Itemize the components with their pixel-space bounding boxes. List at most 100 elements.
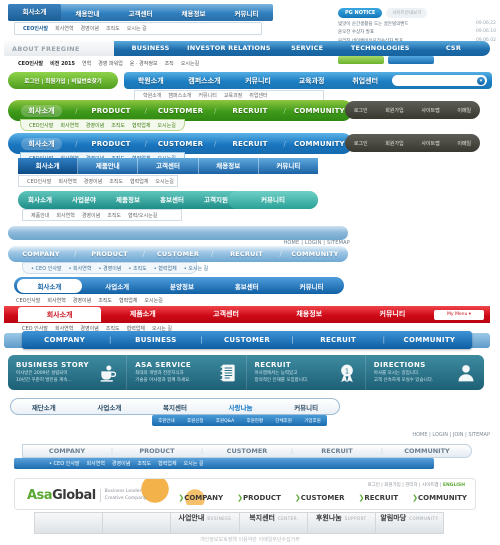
- sub-item-2-5[interactable]: 조직: [165, 60, 174, 67]
- nav-item-2-0[interactable]: BUSINESS: [114, 41, 187, 56]
- nav-bar-12[interactable]: COMPANY | BUSINESS | CUSTOMER | RECRUIT …: [22, 331, 472, 349]
- sub-item-3-4[interactable]: 취업센터: [249, 92, 267, 99]
- utility-item-sitemap[interactable]: 사이트맵: [421, 107, 439, 114]
- nav-item-16-3[interactable]: RECRUIT: [293, 447, 381, 455]
- sub-item-14-3[interactable]: 후원현황: [247, 418, 264, 424]
- sub-item-9-0[interactable]: • CEO 인사말: [31, 265, 62, 272]
- nav-item-12-1[interactable]: BUSINESS: [113, 331, 198, 349]
- tab-strip-item[interactable]: [103, 513, 172, 533]
- sub-item-9-3[interactable]: • 조직도: [128, 265, 146, 272]
- nav-item-2-1[interactable]: INVESTOR RELATIONS: [187, 41, 270, 56]
- nav-item-2-2[interactable]: SERVICE: [271, 41, 344, 56]
- nav-item-4-1[interactable]: PRODUCT: [77, 107, 144, 115]
- sub-item-14-5[interactable]: 기업후원: [304, 418, 321, 424]
- sub-item-2-6[interactable]: 오시는길: [181, 60, 199, 67]
- nav-item-7-1[interactable]: 사업분야: [62, 191, 106, 209]
- sub-item-4-1[interactable]: 회사연혁: [60, 122, 78, 129]
- chevron-down-icon[interactable]: ▾: [476, 76, 485, 85]
- sub-item-16-3[interactable]: 조직도: [137, 460, 151, 467]
- nav-item-5-2[interactable]: CUSTOMER: [147, 140, 214, 148]
- sub-item-7-2[interactable]: 경영이념: [82, 212, 100, 219]
- sub-nav-7[interactable]: 제품안내 회사연혁 경영이념 조직도 협력/오시는길: [22, 209, 182, 221]
- search-input[interactable]: ▾: [391, 75, 487, 86]
- sub-item-14-1[interactable]: 후원신청: [187, 418, 204, 424]
- sub-item-14-4[interactable]: 단체후원: [275, 418, 292, 424]
- nav-item-11-4[interactable]: 커뮤니티: [351, 306, 434, 323]
- nav-item-11-2[interactable]: 고객센터: [184, 306, 267, 323]
- utility-item-login[interactable]: 로그인: [354, 140, 368, 147]
- nav-item-1-3[interactable]: 채용정보: [167, 8, 220, 18]
- nav-item-10-3[interactable]: 홍보센터: [214, 281, 279, 291]
- nav-item-10-2[interactable]: 분양정보: [150, 281, 215, 291]
- nav-item-10-0[interactable]: 회사소개: [17, 278, 82, 293]
- sub-item-9-1[interactable]: • 회사연혁: [69, 265, 92, 272]
- nav-bar-16[interactable]: COMPANY | PRODUCT | CUSTOMER | RECRUIT |…: [22, 444, 472, 458]
- sub-item-3-2[interactable]: 커뮤니티: [198, 92, 216, 99]
- nav-item-12-2[interactable]: CUSTOMER: [204, 331, 289, 349]
- sub-item-10-4[interactable]: 협력업체: [119, 297, 137, 304]
- nav-item-7-3[interactable]: 홍보센터: [150, 191, 194, 209]
- main-nav-17[interactable]: ❯COMPANY ❯PRODUCT ❯CUSTOMER ❯RECRUIT ❯CO…: [178, 494, 467, 502]
- sub-nav-10[interactable]: CEO인사말 회사연혁 경영이념 조직도 협력업체 오시는길: [8, 295, 168, 306]
- sub-item-14-0[interactable]: 후원안내: [158, 418, 175, 424]
- nav-item-4-3[interactable]: RECRUIT: [216, 107, 283, 115]
- nav-item-17-3[interactable]: ❯RECRUIT: [358, 494, 398, 502]
- sub-item-7-4[interactable]: 협력/오시는길: [128, 212, 157, 219]
- nav-bar-1[interactable]: 회사소개 채용안내 고객센터 채용정보 커뮤니티: [8, 4, 273, 21]
- nav-bar-10[interactable]: 회사소개 사업소개 분양정보 홍보센터 커뮤니티: [14, 277, 344, 294]
- sub-item-6-0[interactable]: CEO인사말: [27, 178, 51, 185]
- sub-item-7-0[interactable]: 제품안내: [31, 212, 49, 219]
- nav-item-6-4[interactable]: 커뮤니티: [259, 158, 318, 174]
- tab-strip-item-center[interactable]: 복지센터 CENTER: [240, 513, 308, 533]
- nav-item-3-1[interactable]: 캠퍼스소개: [178, 76, 232, 86]
- nav-bar-2-items[interactable]: BUSINESS INVESTOR RELATIONS SERVICE TECH…: [114, 41, 490, 56]
- utility-item-sitemap[interactable]: 사이트맵: [421, 140, 439, 147]
- sub-item-10-0[interactable]: CEO인사말: [16, 297, 40, 304]
- tab-strip[interactable]: 사업안내 BUSINESS 복지센터 CENTER 후원나눔 SUPPORT 알…: [34, 512, 444, 534]
- nav-item-4-2[interactable]: CUSTOMER: [147, 107, 214, 115]
- sub-item-4-5[interactable]: 오시는길: [157, 122, 175, 129]
- nav-item-16-2[interactable]: CUSTOMER: [203, 447, 291, 455]
- nav-item-3-3[interactable]: 교육과정: [285, 76, 339, 86]
- nav-item-10-1[interactable]: 사업소개: [85, 281, 150, 291]
- nav-item-14-1[interactable]: 사업소개: [77, 402, 143, 412]
- nav-bar-9[interactable]: COMPANY / PRODUCT / CUSTOMER / RECRUIT /…: [8, 246, 348, 262]
- sub-nav-4[interactable]: CEO인사말 회사연혁 경영이념 조직도 협력업체 오시는길: [20, 119, 185, 131]
- utility-nav-5[interactable]: 로그인 회원가입 사이트맵 이메일: [345, 134, 480, 152]
- sub-nav-1[interactable]: CEO인사말 회사연혁 경영이념 조직도 오시는 길: [14, 22, 262, 35]
- sub-nav-9[interactable]: • CEO 인사말 • 회사연혁 • 경영이념 • 조직도 • 협력업체 • 오…: [22, 262, 208, 274]
- nav-item-6-3[interactable]: 채용정보: [199, 158, 259, 174]
- sub-item-10-1[interactable]: 회사연혁: [47, 297, 65, 304]
- nav-item-17-0[interactable]: ❯COMPANY: [178, 494, 223, 502]
- nav-item-1-0[interactable]: 회사소개: [8, 4, 61, 21]
- sub-item-16-4[interactable]: 협력업체: [158, 460, 176, 467]
- nav-item-17-2[interactable]: ❯CUSTOMER: [295, 494, 345, 502]
- utility-nav-4[interactable]: 로그인 회원가입 사이트맵 이메일: [345, 101, 480, 119]
- sub-item-9-2[interactable]: • 경영이념: [98, 265, 121, 272]
- sub-item-10-5[interactable]: 오시는길: [144, 297, 162, 304]
- sub-item-3-3[interactable]: 교육과정: [224, 92, 242, 99]
- nav-bar-11-red[interactable]: 회사소개 제품소개 고객센터 채용정보 커뮤니티 My Menu ▾: [4, 306, 490, 323]
- nav-item-17-1[interactable]: ❯PRODUCT: [237, 494, 281, 502]
- nav-item-9-2[interactable]: CUSTOMER: [145, 250, 211, 258]
- sub-item-6-3[interactable]: 조직도: [109, 178, 123, 185]
- sub-item-10-3[interactable]: 조직도: [98, 297, 112, 304]
- nav-item-9-1[interactable]: PRODUCT: [76, 250, 142, 258]
- sub-item-3-1[interactable]: 캠퍼스소개: [168, 92, 191, 99]
- nav-item-10-4[interactable]: 커뮤니티: [279, 281, 344, 291]
- sub-item-1-0[interactable]: CEO인사말: [23, 25, 48, 32]
- sub-item-2-3[interactable]: 경영 파워업: [98, 60, 123, 67]
- nav-item-1-4[interactable]: 커뮤니티: [220, 8, 273, 18]
- nav-item-3-2[interactable]: 커뮤니티: [231, 76, 285, 86]
- nav-bar-3[interactable]: 학원소개 캠퍼스소개 커뮤니티 교육과정 취업센터 ▾: [124, 72, 492, 89]
- nav-item-14-3[interactable]: 사랑나눔: [208, 402, 274, 412]
- nav-bar-7-teal[interactable]: 회사소개 사업분야 제품정보 홍보센터 고객지원 커뮤니티: [18, 191, 318, 209]
- sub-item-2-0[interactable]: CEO인사말: [18, 60, 43, 67]
- nav-item-17-4[interactable]: ❯COMMUNITY: [412, 494, 467, 502]
- nav-bar-5-blue[interactable]: 회사소개 / PRODUCT / CUSTOMER / RECRUIT / CO…: [8, 133, 353, 154]
- sub-item-2-4[interactable]: 윤 · 경작정보: [130, 60, 158, 67]
- green-button[interactable]: [338, 56, 384, 64]
- tab-strip-item[interactable]: [35, 513, 104, 533]
- nav-item-16-1[interactable]: PRODUCT: [113, 447, 201, 455]
- sub-item-1-3[interactable]: 조직도: [106, 25, 120, 32]
